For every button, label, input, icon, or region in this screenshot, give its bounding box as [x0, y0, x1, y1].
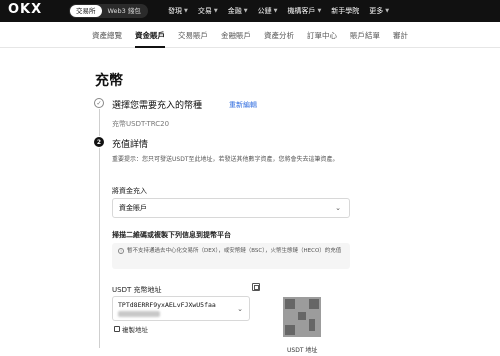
nav-trade[interactable]: 交易 ▼	[198, 6, 218, 16]
tab-audit[interactable]: 審計	[393, 22, 408, 48]
tab-order-center[interactable]: 訂單中心	[307, 22, 337, 48]
copy-address-label: 複製地址	[122, 326, 148, 334]
okx-logo[interactable]: OKX	[8, 2, 42, 17]
chevron-down-icon: ▼	[385, 8, 390, 14]
exchange-mode-tab[interactable]: 交易所	[70, 5, 102, 17]
page-title: 充幣	[95, 73, 123, 89]
deposit-account-select[interactable]: 資金賬戶 ⌄	[112, 198, 350, 218]
chevron-down-icon: ⌄	[237, 305, 243, 313]
tab-trading-account[interactable]: 交易賬戶	[178, 22, 208, 48]
mode-switch: 交易所 Web3 錢包	[69, 4, 148, 18]
chevron-down-icon: ⌄	[335, 204, 341, 212]
tab-account-statement[interactable]: 賬戶結單	[350, 22, 380, 48]
copy-icon[interactable]	[252, 283, 260, 291]
asset-sub-nav: 資產總覽 資金賬戶 交易賬戶 金融賬戶 資產分析 訂單中心 賬戶結單 審計	[0, 22, 500, 48]
step1-title: 選擇您需要充入的幣種	[112, 101, 203, 111]
info-icon: !	[118, 248, 124, 254]
top-nav-bar: OKX 交易所 Web3 錢包 發現 ▼ 交易 ▼ 金融 ▼ 公鏈 ▼ 機構客戶 ▼ 新手…	[0, 0, 500, 22]
selected-coin-summary: 充幣USDT-TRC20	[112, 120, 170, 128]
address-label: USDT 充幣地址	[112, 286, 162, 294]
scan-heading: 掃描二維碼或複製下列信息到提幣平台	[112, 231, 231, 239]
qr-code	[283, 297, 321, 337]
chevron-down-icon: ▼	[317, 8, 322, 14]
chevron-down-icon: ▼	[243, 8, 248, 14]
chevron-down-icon: ▼	[273, 8, 278, 14]
warning-box: ! 暫不支持通過去中心化交易所（DEX），或安幣鏈（BSC），火幣生態鏈（HEC…	[112, 243, 350, 269]
qr-label: USDT 地址	[287, 347, 318, 354]
copy-address-button[interactable]: 複製地址	[114, 324, 148, 334]
deposit-account-value: 資金賬戶	[119, 204, 147, 212]
deposit-to-label: 將資金充入	[112, 187, 147, 195]
nav-academy[interactable]: 新手學院	[331, 6, 359, 16]
step-connector	[99, 148, 100, 348]
address-value: TPTd8ERRF9yxAELvFJXwU5faa	[118, 301, 216, 309]
copy-icon	[114, 326, 120, 332]
nav-finance[interactable]: 金融 ▼	[228, 6, 248, 16]
tab-funding-account[interactable]: 資金賬戶	[135, 22, 165, 48]
important-notice: 重要提示：您只可發送USDT至此地址，若發送其他數字資產，您將會失去這筆資產。	[112, 156, 339, 163]
address-field[interactable]: TPTd8ERRF9yxAELvFJXwU5faa ⌄	[112, 296, 250, 321]
nav-more[interactable]: 更多 ▼	[369, 6, 389, 16]
nav-discover[interactable]: 發現 ▼	[168, 6, 188, 16]
nav-institutional[interactable]: 機構客戶 ▼	[287, 6, 321, 16]
warning-text: 暫不支持通過去中心化交易所（DEX），或安幣鏈（BSC），火幣生態鏈（HECO）…	[127, 248, 342, 254]
tab-asset-analysis[interactable]: 資產分析	[264, 22, 294, 48]
nav-chain[interactable]: 公鏈 ▼	[258, 6, 278, 16]
chevron-down-icon: ▼	[213, 8, 218, 14]
reedit-link[interactable]: 重新編輯	[229, 100, 257, 110]
web3-wallet-tab[interactable]: Web3 錢包	[102, 5, 147, 17]
tab-finance-account[interactable]: 金融賬戶	[221, 22, 251, 48]
check-icon: ✓	[94, 98, 104, 108]
step-connector	[99, 109, 100, 136]
address-blurred	[118, 311, 160, 317]
chevron-down-icon: ▼	[184, 8, 188, 14]
step2-number: 2	[94, 137, 104, 147]
tab-asset-overview[interactable]: 資產總覽	[92, 22, 122, 48]
step2-title: 充值詳情	[112, 140, 149, 150]
top-nav-menu: 發現 ▼ 交易 ▼ 金融 ▼ 公鏈 ▼ 機構客戶 ▼ 新手學院 更多 ▼	[168, 0, 399, 22]
